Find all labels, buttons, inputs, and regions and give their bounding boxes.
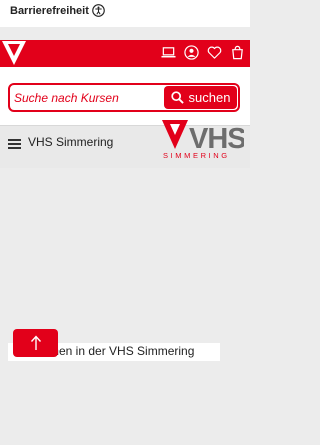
accessibility-label: Barrierefreiheit	[10, 4, 89, 17]
heart-icon[interactable]	[207, 45, 222, 60]
search-bar: suche n	[8, 83, 240, 112]
search-button-label: suchen	[188, 90, 231, 105]
accessibility-link[interactable]: Barrierefreiheit	[10, 4, 105, 17]
header-icons	[161, 45, 245, 60]
vhs-simmering-logo[interactable]: VHS SIMMERING	[162, 118, 247, 160]
menu-icon[interactable]	[8, 139, 21, 149]
accessibility-icon	[92, 4, 105, 17]
vhs-v-logo-icon[interactable]	[2, 41, 26, 65]
scroll-to-top-button[interactable]	[13, 329, 58, 357]
search-icon	[170, 91, 184, 104]
arrow-up-icon	[30, 335, 41, 350]
laptop-icon[interactable]	[161, 45, 176, 60]
user-icon[interactable]	[184, 45, 199, 60]
cart-icon[interactable]	[230, 45, 245, 60]
search-button[interactable]: suchen	[164, 86, 237, 109]
search-input[interactable]	[14, 89, 164, 107]
nav-title[interactable]: VHS Simmering	[28, 135, 113, 149]
vhs-logo-subtext: SIMMERING	[163, 151, 230, 160]
welcome-text: …men in der VHS Simmering	[37, 344, 195, 358]
